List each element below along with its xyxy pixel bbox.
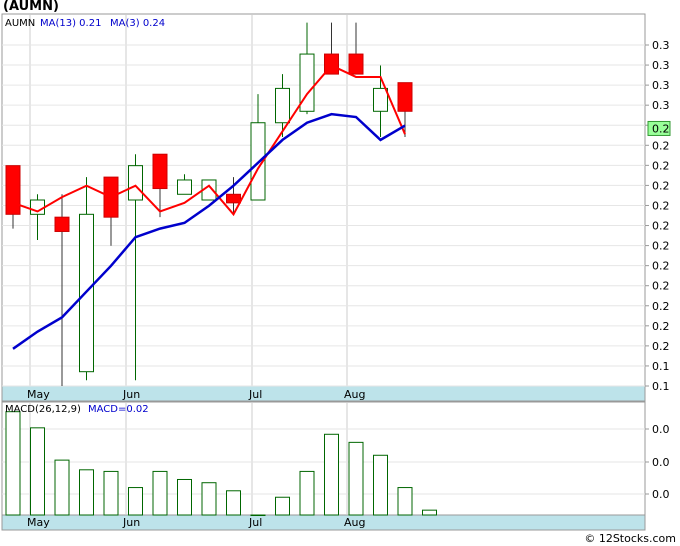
candle-body bbox=[348, 53, 364, 75]
price-y-tick-label: 0.3 bbox=[652, 39, 670, 52]
candle-body bbox=[5, 165, 21, 215]
candle-body bbox=[373, 87, 388, 112]
price-x-tick-label: May bbox=[27, 388, 50, 401]
macd-bar bbox=[422, 509, 437, 516]
macd-bar bbox=[54, 459, 70, 516]
candle-body bbox=[275, 87, 290, 124]
price-x-tick-label: Jun bbox=[122, 388, 140, 401]
price-x-axis-band bbox=[1, 385, 646, 402]
price-y-tick-label: 0.1 bbox=[652, 380, 670, 393]
price-y-tick-label: 0.2 bbox=[652, 260, 670, 273]
price-y-tick-label: 0.2 bbox=[652, 320, 670, 333]
price-y-tick-label: 0.2 bbox=[652, 280, 670, 293]
macd-x-tick-label: Jul bbox=[248, 516, 262, 529]
chart-canvas: MayMayJunJunJulJulAugAug0.30.30.30.30.30… bbox=[1, 13, 671, 531]
price-y-tick-label: 0.2 bbox=[652, 340, 670, 353]
macd-bar bbox=[397, 487, 413, 516]
macd-x-tick-label: Aug bbox=[344, 516, 365, 529]
price-y-tick-label: 0.2 bbox=[652, 199, 670, 212]
candle-body bbox=[397, 82, 413, 112]
macd-label: MACD(26,12,9) bbox=[5, 404, 81, 415]
price-x-tick-label: Aug bbox=[344, 388, 365, 401]
copyright-footer: © 12Stocks.com bbox=[584, 532, 676, 545]
macd-bar bbox=[177, 478, 192, 516]
price-y-tick-label: 0.2 bbox=[652, 240, 670, 253]
price-y-tick-label: 0.2 bbox=[652, 159, 670, 172]
macd-bar bbox=[152, 470, 168, 516]
price-legend-entry: MA(13) 0.21 bbox=[40, 18, 101, 29]
price-y-tick-label: 0.2 bbox=[652, 300, 670, 313]
price-y-tick-label: 0.3 bbox=[652, 99, 670, 112]
candle-body bbox=[54, 216, 70, 232]
price-y-tick-label: 0.2 bbox=[652, 179, 670, 192]
price-y-tick-label: 0.2 bbox=[652, 220, 670, 233]
macd-bar bbox=[79, 469, 94, 516]
price-panel-frame bbox=[1, 13, 646, 387]
macd-y-tick-label: 0.0 bbox=[652, 456, 670, 469]
candle-body bbox=[128, 165, 143, 201]
candle-body bbox=[177, 179, 192, 195]
macd-x-axis-band bbox=[1, 514, 646, 531]
macd-bar bbox=[299, 470, 315, 516]
macd-y-tick-label: 0.0 bbox=[652, 423, 670, 436]
candle-body bbox=[226, 193, 241, 204]
macd-bar bbox=[226, 490, 241, 516]
macd-bar bbox=[348, 441, 364, 516]
macd-bar bbox=[103, 470, 119, 516]
macd-bar bbox=[128, 487, 143, 516]
price-y-tick-label: 0.1 bbox=[652, 360, 670, 373]
price-legend-entry: MA(3) 0.24 bbox=[110, 18, 165, 29]
macd-bar bbox=[30, 427, 45, 516]
price-x-tick-label: Jul bbox=[248, 388, 262, 401]
macd-panel-frame bbox=[1, 401, 646, 516]
price-y-tick-label: 0.3 bbox=[652, 79, 670, 92]
macd-bar bbox=[275, 496, 290, 516]
macd-bar bbox=[201, 482, 217, 516]
macd-bar bbox=[250, 514, 266, 516]
price-y-tick-label: 0.2 bbox=[652, 139, 670, 152]
price-symbol-label: AUMN bbox=[5, 18, 35, 29]
macd-x-tick-label: May bbox=[27, 516, 50, 529]
macd-y-tick-label: 0.0 bbox=[652, 488, 670, 501]
macd-bar bbox=[373, 454, 388, 516]
macd-x-tick-label: Jun bbox=[122, 516, 140, 529]
macd-bar bbox=[5, 411, 21, 516]
last-price-label: 0.2 bbox=[652, 122, 670, 135]
price-y-tick-label: 0.3 bbox=[652, 59, 670, 72]
macd-bar bbox=[324, 433, 339, 516]
candle-body bbox=[152, 153, 168, 190]
macd-legend-value: MACD=0.02 bbox=[88, 404, 149, 415]
